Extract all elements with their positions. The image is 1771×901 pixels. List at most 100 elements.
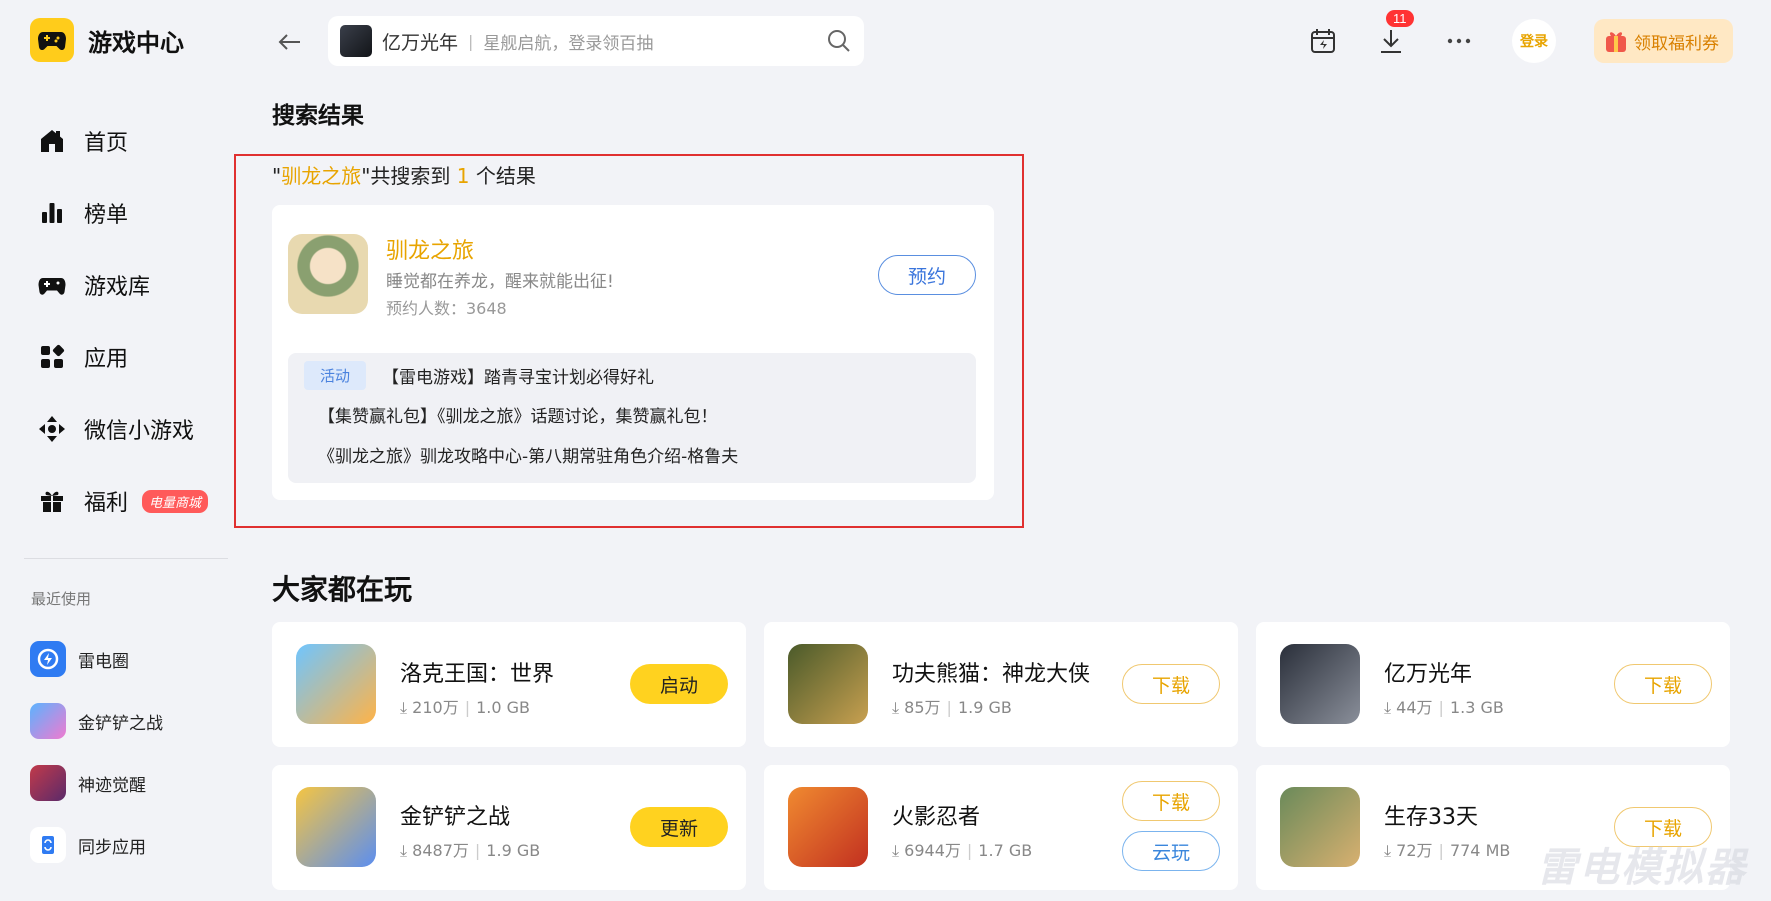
game-name: 亿万光年 (1384, 662, 1473, 687)
launch-button[interactable]: 启动 (630, 664, 728, 704)
download-game-button[interactable]: 下载 (1122, 781, 1220, 821)
game-name: 生存33天 (1384, 805, 1478, 830)
search-separator: | (468, 31, 474, 51)
recent-item-shenji[interactable]: 神迹觉醒 (30, 752, 163, 814)
cloud-play-button[interactable]: 云玩 (1122, 831, 1220, 871)
back-button[interactable] (274, 26, 306, 58)
download-game-button[interactable]: 下载 (1122, 664, 1220, 704)
meta-separator: | (1438, 698, 1444, 717)
ranking-icon (36, 197, 68, 229)
coupon-gift-icon (1606, 32, 1626, 52)
sync-app-icon (30, 827, 66, 863)
game-thumbnail (296, 644, 376, 724)
sidebar-divider (24, 558, 228, 559)
leidianquan-icon (30, 641, 66, 677)
search-input[interactable]: 亿万光年 | 星舰启航，登录领百抽 (328, 16, 864, 66)
recent-item-label: 雷电圈 (78, 651, 129, 672)
recent-item-label: 同步应用 (78, 837, 146, 858)
search-game-thumbnail (340, 25, 372, 57)
game-card-naruto[interactable]: 火影忍者 ⤓ 6944万 | 1.7 GB 下载 云玩 (764, 765, 1238, 890)
sidebar-item-game-library[interactable]: 游戏库 (36, 249, 208, 321)
game-size: 1.9 GB (957, 698, 1012, 717)
sidebar-item-wechat-games[interactable]: 微信小游戏 (36, 393, 208, 465)
more-icon (1447, 38, 1471, 44)
download-small-icon: ⤓ (892, 841, 900, 860)
game-card-kungfu-panda[interactable]: 功夫熊猫：神龙大侠 ⤓ 85万 | 1.9 GB 下载 (764, 622, 1238, 747)
search-icon[interactable] (826, 28, 852, 54)
game-card-roco[interactable]: 洛克王国：世界 ⤓ 210万 | 1.0 GB 启动 (272, 622, 746, 747)
recent-item-label: 神迹觉醒 (78, 775, 146, 796)
sidebar-item-apps[interactable]: 应用 (36, 321, 208, 393)
game-downloads: 85万 (904, 698, 941, 717)
game-name: 功夫熊猫：神龙大侠 (892, 662, 1091, 687)
recent-item-jinchanchan[interactable]: 金铲铲之战 (30, 690, 163, 752)
sidebar-item-label: 游戏库 (84, 275, 151, 300)
wechat-game-icon (36, 413, 68, 445)
recent-item-sync-app[interactable]: 同步应用 (30, 814, 163, 876)
sidebar-item-label: 微信小游戏 (84, 419, 195, 444)
game-downloads: 8487万 (412, 841, 469, 860)
sidebar-item-ranking[interactable]: 榜单 (36, 177, 208, 249)
apps-icon (36, 341, 68, 373)
app-title: 游戏中心 (88, 28, 184, 57)
sidebar: 游戏中心 首页 榜单 游戏库 应用 微信小游戏 福利 电量商城 最近使用 雷电圈… (0, 0, 230, 901)
sidebar-item-home[interactable]: 首页 (36, 105, 208, 177)
game-name[interactable]: 驯龙之旅 (386, 233, 474, 265)
result-summary: "驯龙之旅"共搜索到 1 个结果 (272, 160, 536, 189)
activity-item[interactable]: 【集赞赢礼包】《驯龙之旅》话题讨论，集赞赢礼包！ (318, 402, 718, 427)
download-button[interactable]: 11 (1372, 10, 1414, 60)
reserve-button[interactable]: 预约 (878, 255, 976, 295)
game-thumbnail (296, 787, 376, 867)
activity-item[interactable]: 《驯龙之旅》驯龙攻略中心-第八期常驻角色介绍-格鲁夫 (318, 442, 738, 467)
brand[interactable]: 游戏中心 (30, 18, 184, 62)
coupon-label: 领取福利券 (1634, 33, 1719, 54)
activity-panel: 活动 【雷电游戏】踏青寻宝计划必得好礼 【集赞赢礼包】《驯龙之旅》话题讨论，集赞… (288, 353, 976, 483)
nav-menu: 首页 榜单 游戏库 应用 微信小游戏 福利 电量商城 (36, 105, 209, 537)
download-small-icon: ⤓ (400, 698, 408, 717)
result-card[interactable]: 驯龙之旅 睡觉都在养龙，醒来就能出征! 预约人数：3648 预约 活动 【雷电游… (272, 205, 994, 500)
sidebar-item-label: 首页 (84, 131, 129, 156)
back-arrow-icon (278, 34, 300, 50)
coupon-button[interactable]: 领取福利券 (1594, 19, 1733, 63)
game-thumbnail[interactable] (288, 234, 368, 314)
game-card-yiwan[interactable]: 亿万光年 ⤓ 44万 | 1.3 GB 下载 (1256, 622, 1730, 747)
download-small-icon: ⤓ (1384, 841, 1392, 860)
game-card-jinchanchan[interactable]: 金铲铲之战 ⤓ 8487万 | 1.9 GB 更新 (272, 765, 746, 890)
game-meta: ⤓ 72万 | 774 MB (1384, 837, 1510, 861)
search-game-name: 亿万光年 (382, 31, 459, 54)
recent-item-leidianquan[interactable]: 雷电圈 (30, 628, 163, 690)
game-name: 金铲铲之战 (400, 805, 511, 830)
game-size: 1.3 GB (1449, 698, 1504, 717)
home-icon (36, 125, 68, 157)
game-thumbnail (788, 787, 868, 867)
game-thumbnail (1280, 787, 1360, 867)
shenji-icon (30, 765, 66, 801)
meta-separator: | (946, 698, 952, 717)
top-right-toolbar: 11 登录 领取福利券 (1274, 10, 1733, 66)
game-meta: ⤓ 210万 | 1.0 GB (400, 694, 530, 718)
recent-title: 最近使用 (31, 590, 92, 608)
login-button[interactable]: 登录 (1512, 19, 1556, 63)
mall-badge: 电量商城 (142, 489, 209, 513)
calendar-icon (1311, 29, 1335, 53)
game-thumbnail (1280, 644, 1360, 724)
download-icon (1381, 30, 1401, 53)
game-downloads: 6944万 (904, 841, 961, 860)
download-game-button[interactable]: 下载 (1614, 664, 1712, 704)
game-meta: ⤓ 44万 | 1.3 GB (1384, 694, 1504, 718)
activity-tag: 活动 (304, 361, 367, 390)
activity-item[interactable]: 【雷电游戏】踏青寻宝计划必得好礼 (382, 363, 654, 388)
more-button[interactable] (1440, 22, 1478, 60)
game-thumbnail (788, 644, 868, 724)
download-small-icon: ⤓ (1384, 698, 1392, 717)
sidebar-item-label: 福利 (84, 491, 129, 516)
game-name: 洛克王国：世界 (400, 662, 555, 687)
game-size: 1.7 GB (978, 841, 1033, 860)
game-size: 774 MB (1449, 841, 1511, 860)
game-meta: ⤓ 8487万 | 1.9 GB (400, 837, 540, 861)
download-count-badge: 11 (1386, 10, 1414, 27)
update-button[interactable]: 更新 (630, 807, 728, 847)
summary-count: 1 (456, 164, 470, 188)
sidebar-item-welfare[interactable]: 福利 电量商城 (36, 465, 209, 537)
calendar-button[interactable] (1304, 22, 1342, 60)
